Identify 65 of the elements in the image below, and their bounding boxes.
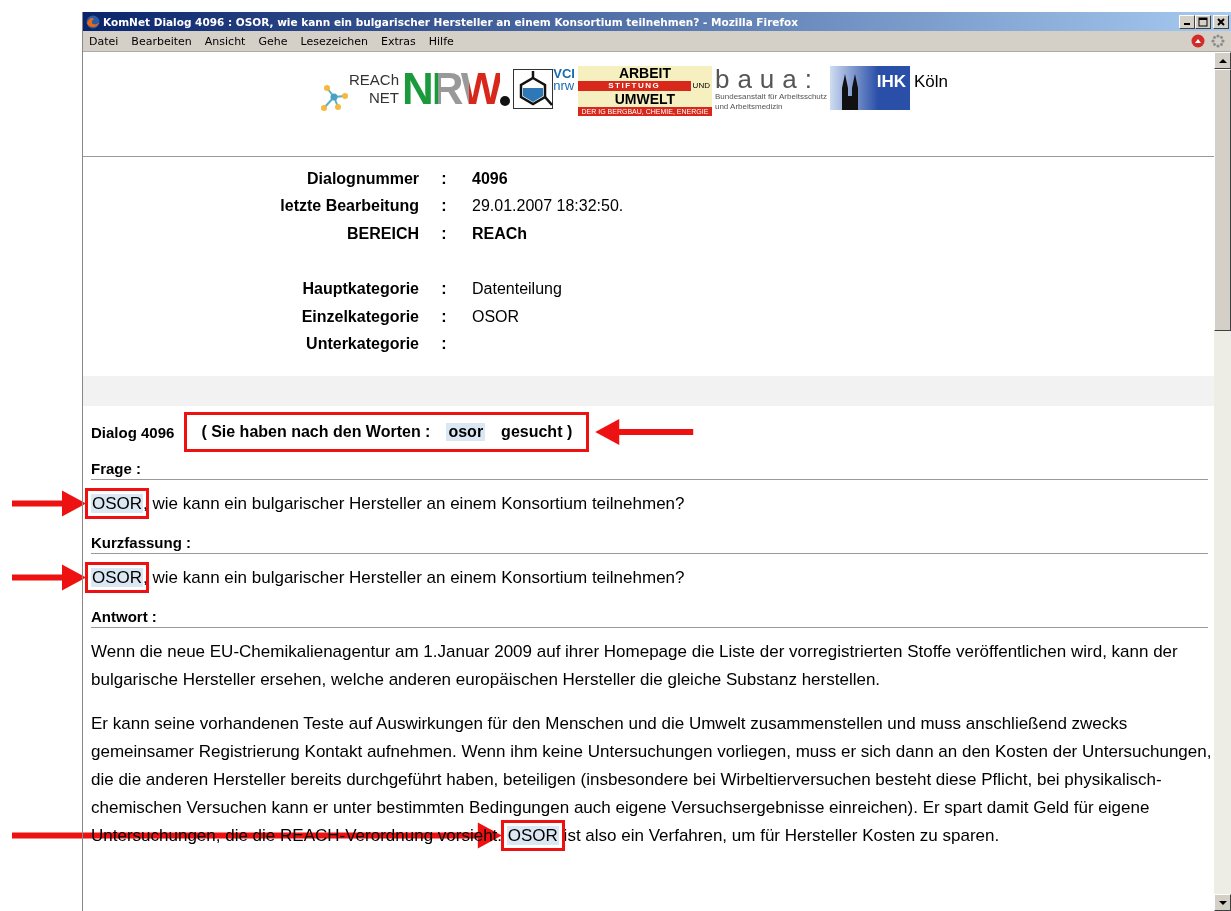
logo-text: Köln xyxy=(914,72,949,92)
menu-item[interactable]: Bearbeiten xyxy=(131,34,192,48)
caret-down-icon xyxy=(1218,900,1227,905)
logo-text: ARBEIT xyxy=(618,66,671,80)
logo-text: Bundesanstalt für Arbeitsschutz xyxy=(714,92,827,102)
throbber-icon xyxy=(1211,34,1225,48)
field-value: 29.01.2007 18:32:50. xyxy=(471,197,625,216)
stop-icon[interactable] xyxy=(1191,34,1205,48)
menu-item[interactable]: Gehe xyxy=(258,34,288,48)
separator: : xyxy=(441,307,447,326)
field-label: Hauptkategorie xyxy=(302,280,419,299)
search-notice: ( Sie haben nach den Worten : osor gesucht ) xyxy=(184,412,590,452)
hexagon-flask-icon xyxy=(513,69,554,109)
molecule-icon xyxy=(318,82,349,112)
cathedral-icon xyxy=(842,74,858,110)
dialog-label: Dialog 4096 xyxy=(91,423,175,441)
maximize-button[interactable] xyxy=(1195,14,1211,29)
field-value: Datenteilung xyxy=(471,280,563,299)
minimize-icon xyxy=(1184,23,1190,25)
field-label: letzte Bearbeitung xyxy=(280,197,419,216)
field-value: OSOR xyxy=(471,307,521,326)
maximize-icon xyxy=(1198,16,1208,27)
separator: : xyxy=(441,280,447,299)
logo-text: VCI xyxy=(553,68,575,80)
paragraph: OSOR, wie kann ein bulgarischer Hersteller an einem Konsortium teilnehmen? xyxy=(91,567,686,589)
caret-up-icon xyxy=(1218,58,1227,63)
logo-text: NET xyxy=(369,89,399,107)
logo-text: STIFTUNG xyxy=(607,81,662,91)
scroll-up-button[interactable] xyxy=(1214,52,1231,69)
field-label: Einzelkategorie xyxy=(301,307,419,326)
window-title: KomNet Dialog 4096 : OSOR, wie kann ein bulgarischer Hersteller an einem Konsortium teilnehmen? - Mozilla Firefox xyxy=(103,15,799,28)
field-label: Unterkategorie xyxy=(306,335,419,354)
logo-text: IHK xyxy=(876,72,906,92)
close-icon xyxy=(1217,17,1225,26)
menu-item[interactable]: Hilfe xyxy=(428,34,454,48)
field-label: Dialognummer xyxy=(307,169,419,188)
separator: : xyxy=(441,335,447,354)
scroll-down-button[interactable] xyxy=(1214,894,1231,911)
section-heading: Antwort : xyxy=(91,608,1208,628)
menu-item[interactable]: Ansicht xyxy=(204,34,246,48)
logo-text: und Arbeitsmedizin xyxy=(714,102,783,112)
menu-item[interactable]: Datei xyxy=(89,34,119,48)
separator: : xyxy=(441,197,447,216)
scrollbar[interactable] xyxy=(1214,52,1231,911)
minimize-button[interactable] xyxy=(1179,14,1195,29)
menu-item[interactable]: Extras xyxy=(381,34,416,48)
field-value: 4096 xyxy=(471,169,509,188)
field-label: BEREICH xyxy=(347,224,419,243)
section-heading: Frage : xyxy=(91,460,1208,480)
separator: : xyxy=(441,169,447,188)
paragraph: OSOR, wie kann ein bulgarischer Hersteller an einem Konsortium teilnehmen? xyxy=(91,493,686,515)
dot-icon xyxy=(500,96,511,106)
paragraph: Wenn die neue EU-Chemikalienagentur am 1.Januar 2009 auf ihrer Homepage die Liste der vorregistrierten Stoffe veröffentlichen wird, kann der bulgarische Hersteller ersehen, welche anderen europäischen Hersteller die gleiche Substanz herstellen. xyxy=(91,641,1179,691)
firefox-icon xyxy=(86,14,100,29)
logo-text: REACh xyxy=(348,71,399,89)
logo-text: nrw xyxy=(553,80,575,92)
field-value: REACh xyxy=(471,224,529,243)
scroll-thumb[interactable] xyxy=(1214,69,1231,331)
logo-text: UND xyxy=(690,81,712,91)
separator: : xyxy=(441,224,447,243)
logo-text: UMWELT xyxy=(614,92,676,106)
close-button[interactable] xyxy=(1213,14,1229,29)
menu-item[interactable]: Lesezeichen xyxy=(300,34,368,48)
section-heading: Kurzfassung : xyxy=(91,534,1208,554)
logo-text: baua: xyxy=(714,66,821,92)
